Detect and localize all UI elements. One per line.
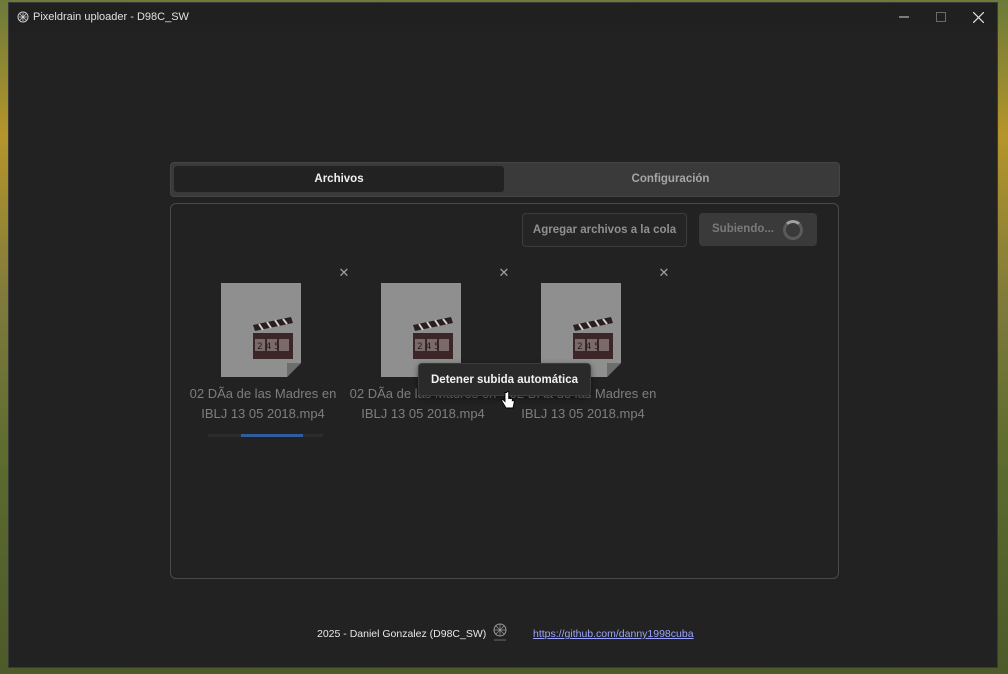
svg-text:2 4 5: 2 4 5: [577, 342, 600, 352]
close-window-button[interactable]: [959, 3, 997, 31]
tab-configuracion[interactable]: Configuración: [505, 166, 836, 192]
window-title: Pixeldrain uploader - D98C_SW: [33, 11, 189, 23]
maximize-button[interactable]: [922, 3, 960, 31]
file-name-line-2: IBLJ 13 05 2018.mp4: [521, 406, 645, 421]
file-card: ✕ 2 4 5 02 DÃa de las Madres: [508, 264, 670, 434]
title-bar[interactable]: Pixeldrain uploader - D98C_SW: [9, 3, 997, 31]
tab-archivos[interactable]: Archivos: [174, 166, 504, 192]
app-logo-icon: [17, 11, 29, 23]
tab-bar: Archivos Configuración: [170, 162, 840, 197]
add-to-queue-button[interactable]: Agregar archivos a la cola: [522, 213, 687, 247]
main-content: Archivos Configuración Agregar archivos …: [9, 31, 997, 667]
file-card: ✕ 2 4 5 02 DÃa de las Madres: [348, 264, 510, 434]
upload-button[interactable]: Subiendo...: [699, 213, 817, 246]
close-icon: [972, 11, 984, 23]
svg-text:2 4 5: 2 4 5: [257, 342, 280, 352]
upload-progress-fill: [241, 434, 303, 437]
remove-file-icon[interactable]: ✕: [658, 266, 670, 279]
minimize-icon: [899, 16, 909, 18]
hand-cursor-icon: [501, 391, 515, 409]
maximize-icon: [936, 12, 946, 22]
app-window: Pixeldrain uploader - D98C_SW Archivos C…: [8, 2, 998, 668]
file-name: 02 DÃa de las Madres en IBLJ 13 05 2018.…: [188, 384, 338, 424]
github-link[interactable]: https://github.com/danny1998cuba: [533, 628, 694, 640]
svg-text:2 4 5: 2 4 5: [417, 342, 440, 352]
upload-button-label: Subiendo...: [712, 223, 774, 235]
author-logo-icon: [493, 623, 507, 641]
file-name-line-2: IBLJ 13 05 2018.mp4: [361, 406, 485, 421]
footer-credit: 2025 - Daniel Gonzalez (D98C_SW): [317, 628, 487, 640]
loading-spinner-icon: [783, 220, 803, 240]
file-card: ✕ 2 4 5 02 DÃa de las Madres: [188, 264, 349, 437]
upload-progress-bar: [208, 434, 323, 437]
file-name-line-1: 02 DÃa de las Madres en: [189, 386, 337, 401]
minimize-button[interactable]: [885, 3, 923, 31]
video-file-icon: 2 4 5: [221, 283, 301, 377]
file-name-line-2: IBLJ 13 05 2018.mp4: [201, 406, 325, 421]
